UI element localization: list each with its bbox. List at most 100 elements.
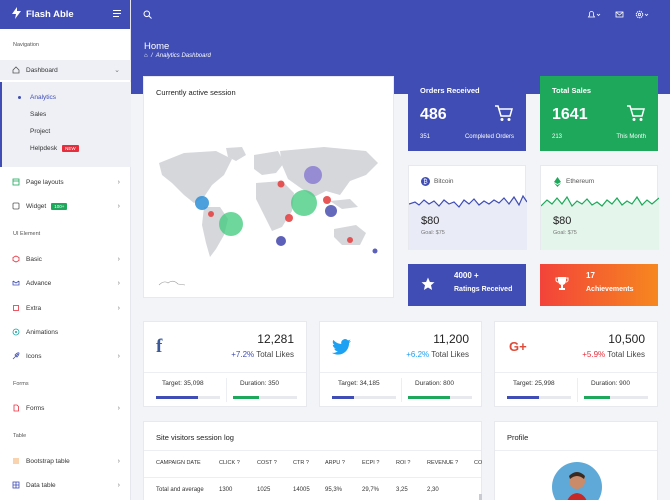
column-header: CTR ? xyxy=(293,460,309,466)
file-icon xyxy=(12,404,20,412)
sidebar-item-label: Page layouts xyxy=(26,178,64,186)
chevron-right-icon: › xyxy=(117,178,120,186)
breadcrumb-current[interactable]: Analytics Dashboard xyxy=(156,53,211,59)
ratings-card: 4000 + Ratings Received xyxy=(408,264,526,306)
progress-fill xyxy=(332,396,355,399)
help-icon[interactable]: ? xyxy=(455,460,458,466)
breadcrumb: ⌂ / Analytics Dashboard xyxy=(144,53,211,59)
progress-fill xyxy=(507,396,539,399)
chevron-right-icon: › xyxy=(117,202,120,210)
duration-progress xyxy=(584,396,648,399)
facebook-icon: f xyxy=(156,336,163,357)
menu-toggle-icon[interactable] xyxy=(113,10,121,19)
achievements-label: Achievements xyxy=(586,286,634,293)
likes-change: +5.9% Total Likes xyxy=(582,350,645,359)
chevron-right-icon: › xyxy=(117,255,120,263)
chevron-right-icon: › xyxy=(117,481,120,489)
column-header: CLICK ? xyxy=(219,460,240,466)
ethereum-icon xyxy=(554,177,561,187)
search-icon[interactable] xyxy=(143,10,152,21)
session-bubble xyxy=(208,211,214,217)
sidebar-item-icons[interactable]: Icons › xyxy=(0,346,131,366)
sidebar-item-page-layouts[interactable]: Page layouts › xyxy=(0,172,131,192)
column-header-label: ARPU xyxy=(325,460,341,466)
likes-value: 12,281 xyxy=(257,332,294,346)
sidebar-item-forms[interactable]: Forms › xyxy=(0,398,131,418)
chevron-right-icon: › xyxy=(117,279,120,287)
gift-icon xyxy=(12,279,20,287)
facebook-card: f 12,281 +7.2% Total Likes Target: 35,09… xyxy=(143,321,307,407)
likes-change-label: Total Likes xyxy=(607,350,645,359)
chevron-right-icon: › xyxy=(117,457,120,465)
table-cell: Total and average xyxy=(156,487,204,493)
target-progress xyxy=(332,396,396,399)
column-header-label: CTR xyxy=(293,460,305,466)
session-bubble xyxy=(304,166,322,184)
column-header-label: REVENUE xyxy=(427,460,454,466)
sidebar-sub-sales[interactable]: Sales xyxy=(0,106,131,123)
sidebar-item-label: Bootstrap table xyxy=(26,457,70,465)
target-progress xyxy=(507,396,571,399)
coin-name: Ethereum xyxy=(566,178,595,185)
stat-value: 1641 xyxy=(552,106,588,123)
layout-icon xyxy=(12,178,20,186)
sidebar-item-advance[interactable]: Advance › xyxy=(0,273,131,293)
card-title: Orders Received xyxy=(420,86,480,95)
likes-change-pct: +5.9% xyxy=(582,350,606,359)
table-cell: 3,25 xyxy=(396,487,408,493)
session-bubble xyxy=(347,237,353,243)
help-icon[interactable]: ? xyxy=(376,460,379,466)
sidebar-item-label: Animations xyxy=(26,328,59,336)
column-header: COST ? xyxy=(257,460,277,466)
gear-icon[interactable] xyxy=(635,10,649,21)
card-title: Site visitors session log xyxy=(156,433,234,442)
session-bubble xyxy=(323,196,331,204)
nav-caption: Navigation xyxy=(13,42,39,48)
sidebar-item-dashboard[interactable]: Dashboard ⌄ xyxy=(0,60,131,80)
sidebar-item-extra[interactable]: Extra › xyxy=(0,298,131,318)
card-title: Total Sales xyxy=(552,86,592,95)
bell-icon[interactable] xyxy=(587,10,601,21)
sidebar-item-label: Basic xyxy=(26,255,42,263)
session-bubble xyxy=(325,205,337,217)
session-bubbles xyxy=(195,166,378,254)
sidebar-item-data-table[interactable]: Data table › xyxy=(0,475,131,495)
session-bubble xyxy=(291,190,317,216)
sidebar-item-bootstrap-table[interactable]: Bootstrap table › xyxy=(0,451,131,471)
table-cell: 2,30 xyxy=(427,487,439,493)
sidebar-sub-project[interactable]: Project xyxy=(0,123,131,140)
likes-change-label: Total Likes xyxy=(431,350,469,359)
sidebar-sub-helpdesk[interactable]: Helpdesk NEW xyxy=(0,140,131,157)
mail-icon[interactable] xyxy=(615,10,624,21)
help-icon[interactable]: ? xyxy=(407,460,410,466)
chevron-down-icon: ⌄ xyxy=(114,67,120,74)
column-header: ECPI ? xyxy=(362,460,379,466)
sidebar-item-widget[interactable]: Widget 100+ › xyxy=(0,196,131,216)
bitcoin-icon: ₿ xyxy=(421,177,430,186)
column-header: CO xyxy=(474,460,482,466)
help-icon[interactable]: ? xyxy=(237,460,240,466)
target-progress xyxy=(156,396,220,399)
session-bubble xyxy=(372,248,378,254)
sidebar-item-basic[interactable]: Basic › xyxy=(0,249,131,269)
coin-goal: Goal: $75 xyxy=(421,230,445,236)
horizontal-scrollbar[interactable] xyxy=(479,494,482,500)
home-icon xyxy=(12,66,20,74)
brand-name: Flash Able xyxy=(26,9,74,20)
sidebar-sub-label: Helpdesk xyxy=(30,145,58,152)
coin-name: Bitcoin xyxy=(434,178,454,185)
progress-fill xyxy=(584,396,610,399)
help-icon[interactable]: ? xyxy=(274,460,277,466)
home-icon[interactable]: ⌂ xyxy=(144,53,148,59)
sidebar-item-animations[interactable]: Animations xyxy=(0,322,131,342)
sidebar-sub-analytics[interactable]: Analytics xyxy=(0,89,131,106)
ratings-label: Ratings Received xyxy=(454,286,513,293)
column-header-label: ECPI xyxy=(362,460,375,466)
feather-icon xyxy=(12,352,20,360)
top-navbar xyxy=(131,0,670,29)
ethereum-card: Ethereum $80 Goal: $75 xyxy=(540,165,659,250)
likes-value: 10,500 xyxy=(608,332,645,346)
help-icon[interactable]: ? xyxy=(306,460,309,466)
help-icon[interactable]: ? xyxy=(342,460,345,466)
google-plus-icon: G+ xyxy=(509,339,527,354)
